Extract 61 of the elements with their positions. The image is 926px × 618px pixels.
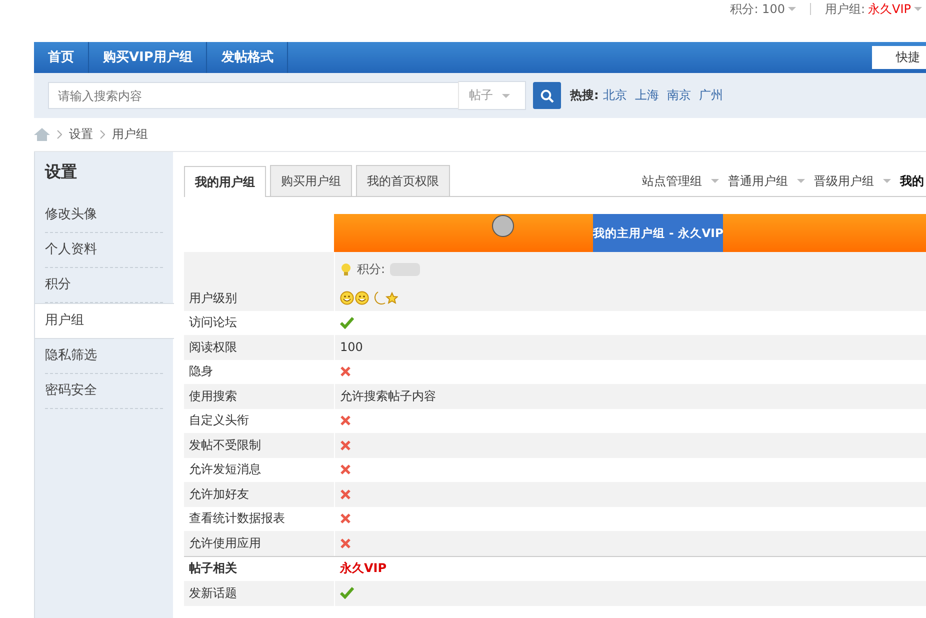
row-label: 帖子相关 <box>189 560 237 578</box>
search-field[interactable]: 请输入搜索内容 <box>48 82 458 109</box>
sidebar-item[interactable]: 个人资料 <box>45 233 163 268</box>
points-text[interactable]: 积分: 100 <box>730 0 796 18</box>
level-icons-drawing <box>340 291 398 306</box>
banner-title: 我的主用户组 - 永久VIP <box>593 214 723 252</box>
quick-button[interactable]: 快捷 <box>872 46 926 69</box>
breadcrumb-link[interactable]: 用户组 <box>112 126 148 143</box>
breadcrumb-link[interactable]: 设置 <box>69 126 93 143</box>
sidebar-item[interactable]: 隐私筛选 <box>45 339 163 374</box>
check-icon <box>340 316 354 329</box>
hot-search-link[interactable]: 南京 <box>666 87 691 104</box>
cross-icon <box>340 538 351 549</box>
row-label: 允许使用应用 <box>189 534 261 552</box>
sidebar-item[interactable]: 用户组 <box>35 303 174 339</box>
user-group-text[interactable]: 用户组: 永久VIP <box>824 0 922 18</box>
row-value: 允许搜索帖子内容 <box>340 388 436 405</box>
cross-icon <box>340 366 351 378</box>
cross-icon <box>340 415 351 426</box>
points-label: 积分: <box>357 260 386 278</box>
row-label: 允许加好友 <box>189 486 249 503</box>
bulb-icon <box>340 262 352 276</box>
hot-search-link[interactable]: 广州 <box>698 87 723 104</box>
row-label: 查看统计数据报表 <box>189 510 285 528</box>
group-link[interactable]: 我的 <box>900 172 924 190</box>
tab[interactable]: 我的用户组 <box>184 166 266 197</box>
caret-icon <box>711 179 719 183</box>
group-link[interactable]: 普通用户组 <box>728 172 788 190</box>
chevron-icon <box>100 130 105 139</box>
chevron-icon <box>57 130 62 139</box>
row-label: 发帖不受限制 <box>189 436 261 454</box>
row-value: 100 <box>340 340 363 354</box>
row-label: 用户级别 <box>189 290 237 307</box>
cross-icon <box>340 513 351 524</box>
search-icon <box>540 88 554 102</box>
hot-search-label: 热搜: <box>570 87 599 104</box>
caret-icon <box>797 179 805 183</box>
check-icon <box>340 587 354 600</box>
group-name: 永久VIP <box>340 560 387 578</box>
hot-search-link[interactable]: 北京 <box>602 87 627 104</box>
sidebar-title: 设置 <box>44 161 78 183</box>
row-label: 阅读权限 <box>189 338 237 356</box>
cross-icon <box>340 488 351 500</box>
group-link[interactable]: 站点管理组 <box>642 172 702 190</box>
caret-icon <box>883 179 891 183</box>
row-label: 自定义头衔 <box>189 412 249 430</box>
row-label: 访问论坛 <box>189 314 237 332</box>
circle-icon <box>492 215 514 237</box>
sidebar-item[interactable]: 修改头像 <box>45 198 163 233</box>
cross-icon <box>340 464 351 476</box>
hot-search-link[interactable]: 上海 <box>634 87 659 104</box>
tab[interactable]: 购买用户组 <box>270 165 352 196</box>
group-link[interactable]: 晋级用户组 <box>814 172 874 190</box>
row-label: 允许发短消息 <box>189 461 261 478</box>
row-label: 发新话题 <box>189 584 237 602</box>
sidebar-item[interactable]: 密码安全 <box>45 374 163 409</box>
search-button[interactable] <box>533 82 561 109</box>
tab[interactable]: 我的首页权限 <box>356 165 450 196</box>
row-label: 使用搜索 <box>189 388 237 405</box>
row-label: 隐身 <box>189 363 213 380</box>
cross-icon <box>340 440 351 451</box>
